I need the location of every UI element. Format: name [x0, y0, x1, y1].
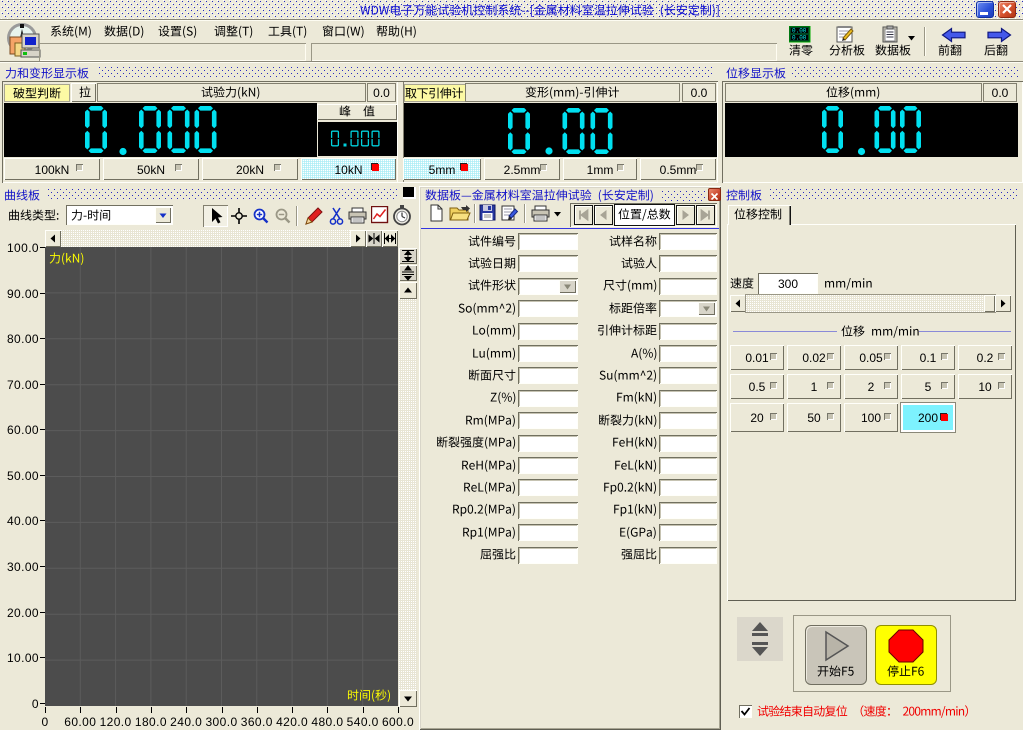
svg-text:0.00: 0.00	[792, 35, 807, 42]
svg-text:0.00: 0.00	[792, 28, 807, 35]
